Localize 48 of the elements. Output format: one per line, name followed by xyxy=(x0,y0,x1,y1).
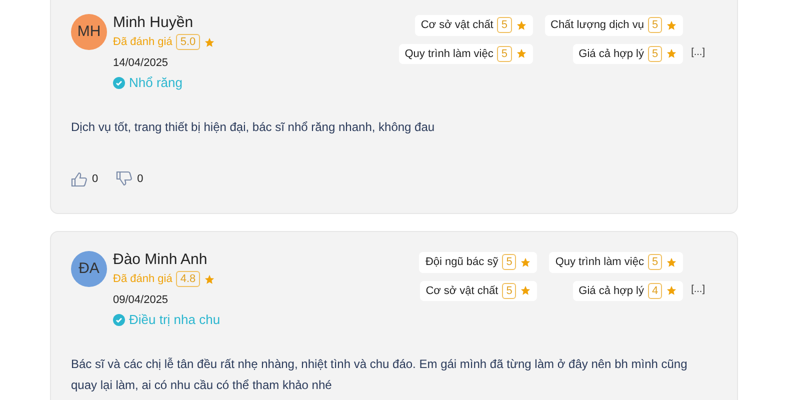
criterion-label: Chất lượng dịch vụ xyxy=(550,18,644,33)
star-icon xyxy=(666,48,678,60)
criterion-score: 5 xyxy=(648,17,662,34)
review-date: 09/04/2025 xyxy=(113,292,170,308)
avatar: MH xyxy=(71,14,107,50)
star-icon xyxy=(666,20,678,31)
star-icon xyxy=(204,274,215,285)
star-icon xyxy=(516,20,526,31)
criterion-score: 5 xyxy=(502,254,516,270)
thumbs-down-icon[interactable] xyxy=(116,171,134,187)
check-icon xyxy=(113,76,125,89)
criterion-label: Cơ sở vật chất xyxy=(426,284,498,298)
star-icon xyxy=(204,36,215,48)
criterion-label: Đội ngũ bác sỹ xyxy=(425,255,498,270)
star-icon xyxy=(666,285,678,296)
score-badge: 4.8 xyxy=(176,271,200,288)
criterion-label: Giá cả hợp lý xyxy=(578,284,644,298)
reviewer-name: Đào Minh Anh xyxy=(113,251,208,269)
star-icon xyxy=(520,285,532,296)
criterion-score: 5 xyxy=(502,282,516,299)
criterion-label: Quy trình làm việc xyxy=(555,255,644,270)
review-comment: Bác sĩ và các chị lễ tân đều rất nhẹ nhàng, nhiệt tình và chu đáo. Em gái mình đã từng làm ở đây nên bh mình cũng quay lại làm, ai có nhu cầu có thể tham khảo nhé xyxy=(71,356,688,394)
thumbs-up-icon[interactable] xyxy=(71,171,88,187)
rated-label: Đã đánh giá xyxy=(113,272,172,287)
criterion-score: 5 xyxy=(648,254,662,270)
like-count: 0 xyxy=(92,172,98,186)
criterion-score: 4 xyxy=(648,282,662,299)
score-badge: 5.0 xyxy=(176,34,200,50)
service-tag: Điều trị nha chu xyxy=(129,310,220,330)
criterion-score: 5 xyxy=(648,46,662,62)
criterion-label: Giá cả hợp lý xyxy=(578,46,644,62)
star-icon xyxy=(666,256,678,268)
rated-label: Đã đánh giá xyxy=(113,35,172,50)
dislike-count: 0 xyxy=(137,172,144,186)
more-link[interactable]: [...] xyxy=(691,282,705,297)
review-comment: Dịch vụ tốt, trang thiết bị hiện đại, bác sĩ nhổ răng nhanh, không đau xyxy=(71,118,436,136)
avatar: ĐA xyxy=(71,251,107,287)
criterion-score: 5 xyxy=(497,17,512,34)
service-tag: Nhổ răng xyxy=(129,73,182,92)
star-icon xyxy=(516,48,526,60)
star-icon xyxy=(520,256,532,268)
criterion-label: Quy trình làm việc xyxy=(404,46,494,62)
check-icon xyxy=(113,314,125,326)
review-date: 14/04/2025 xyxy=(113,56,170,70)
criterion-label: Cơ sở vật chất xyxy=(420,18,494,33)
reviewer-name: Minh Huyền xyxy=(113,14,194,32)
criterion-score: 5 xyxy=(497,46,512,62)
more-link[interactable]: [...] xyxy=(691,45,705,60)
